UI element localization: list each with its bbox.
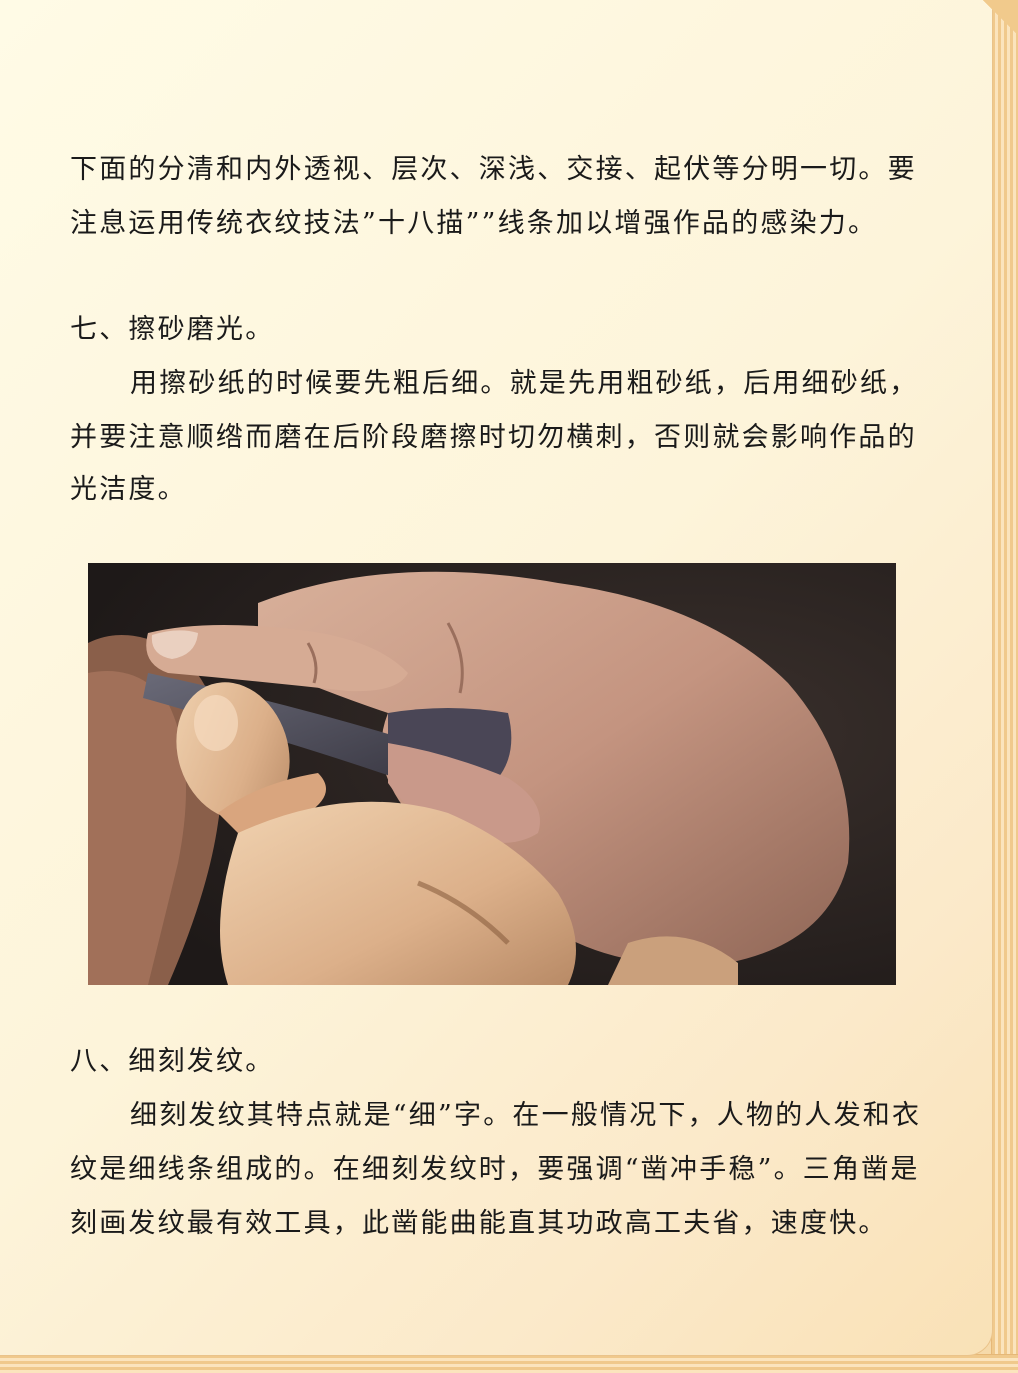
page-corner-top: [974, 0, 1018, 44]
paragraph-line: 刻画发纹最有效工具，此凿能曲能直其功政高工夫省，速度快。: [70, 1208, 888, 1239]
paragraph-line: 光洁度。: [70, 474, 187, 505]
sanding-photo-illustration: [88, 563, 896, 985]
paragraph-line: 注息运用传统衣纹技法”十八描””线条加以增强作品的感染力。: [70, 208, 878, 239]
page-edge-bottom: [0, 1354, 1018, 1373]
page-edge-right: [991, 0, 1018, 1373]
sanding-photo: [88, 563, 896, 985]
